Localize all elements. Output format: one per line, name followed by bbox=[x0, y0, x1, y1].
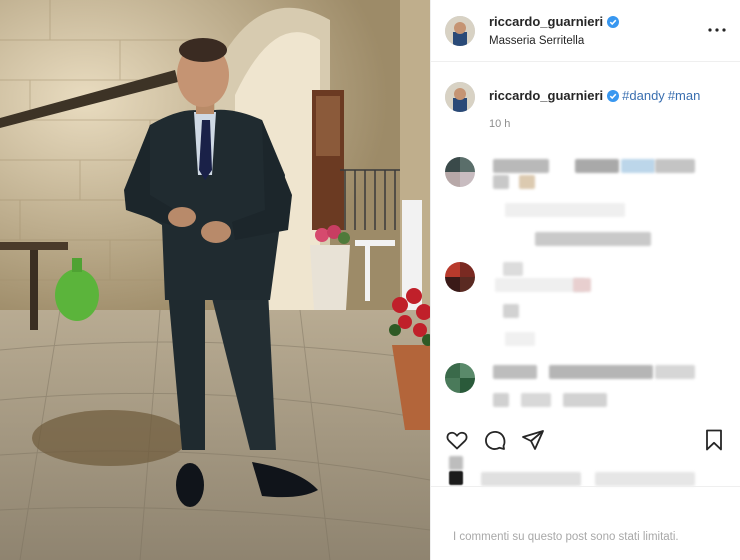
verified-badge-icon bbox=[607, 89, 620, 107]
caption-body: riccardo_guarnieri #dandy #man 10 h bbox=[489, 87, 700, 133]
comments-limited-footer: I commenti su questo post sono stati lim… bbox=[431, 486, 740, 560]
caption-avatar[interactable] bbox=[445, 82, 475, 112]
verified-badge-icon bbox=[607, 14, 620, 34]
comment-bubble-icon[interactable] bbox=[483, 428, 507, 457]
comments-limited-text: I commenti su questo post sono stati lim… bbox=[453, 531, 679, 543]
post-actions bbox=[445, 428, 726, 456]
post-photo[interactable] bbox=[0, 0, 430, 560]
location-link[interactable]: Masseria Serritella bbox=[489, 34, 708, 48]
comment-avatar[interactable] bbox=[445, 157, 475, 187]
heart-icon[interactable] bbox=[445, 428, 469, 457]
photo-image bbox=[0, 0, 430, 560]
bookmark-icon[interactable] bbox=[702, 428, 726, 457]
header-text: riccardo_guarnieri Masseria Serritella bbox=[489, 12, 708, 48]
caption-username[interactable]: riccardo_guarnieri bbox=[489, 88, 603, 103]
hashtag-link[interactable]: #man bbox=[668, 88, 701, 103]
caption-time: 10 h bbox=[489, 118, 511, 130]
post-side-panel: riccardo_guarnieri Masseria Serritella r… bbox=[430, 0, 740, 560]
comment-avatar[interactable] bbox=[445, 363, 475, 393]
user-avatar[interactable] bbox=[445, 15, 475, 46]
username-link[interactable]: riccardo_guarnieri bbox=[489, 14, 603, 29]
post-header: riccardo_guarnieri Masseria Serritella bbox=[431, 0, 740, 62]
hashtag-link[interactable]: #dandy bbox=[622, 88, 665, 103]
more-horizontal-icon[interactable] bbox=[708, 19, 726, 43]
paper-plane-icon[interactable] bbox=[521, 428, 545, 457]
avatar-image bbox=[445, 15, 475, 46]
post-caption: riccardo_guarnieri #dandy #man 10 h bbox=[431, 62, 740, 133]
instagram-post: riccardo_guarnieri Masseria Serritella r… bbox=[0, 0, 740, 560]
comment-avatar[interactable] bbox=[445, 262, 475, 292]
avatar-image bbox=[445, 82, 475, 112]
